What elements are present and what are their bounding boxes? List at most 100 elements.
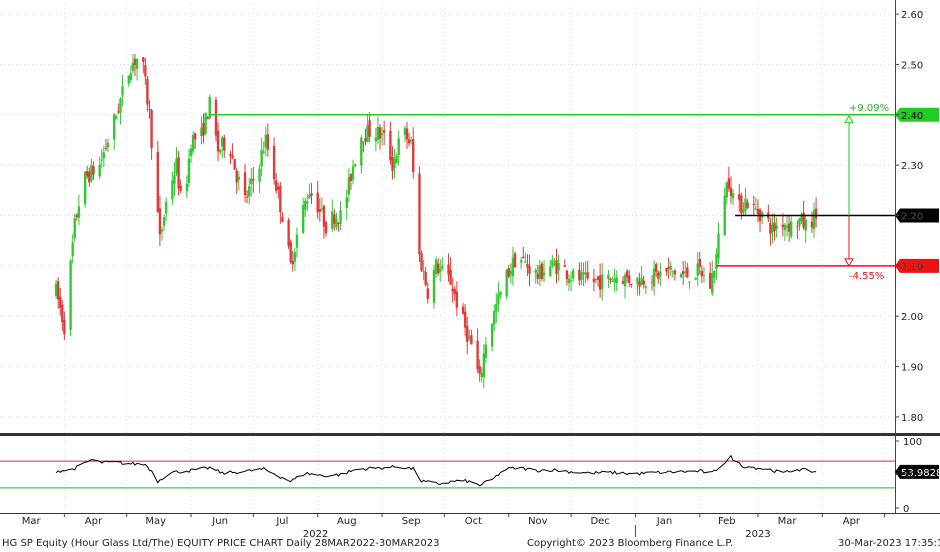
candle: [337, 223, 340, 225]
candle: [366, 125, 369, 143]
candle: [364, 138, 367, 142]
candle: [189, 148, 193, 157]
candle: [436, 263, 440, 274]
candle: [611, 281, 614, 283]
y-tick-label: 2.40: [901, 111, 923, 122]
candle: [812, 210, 816, 229]
candle: [468, 336, 471, 339]
candle: [322, 206, 326, 227]
candle: [644, 286, 648, 288]
candle: [347, 177, 351, 195]
candle: [684, 271, 687, 273]
candle: [395, 155, 398, 164]
candle: [796, 226, 799, 228]
candle: [200, 127, 203, 136]
candle: [310, 192, 313, 196]
candle: [362, 141, 365, 143]
candle: [470, 335, 473, 345]
candle: [727, 178, 731, 189]
candle: [524, 261, 527, 263]
candle: [193, 133, 197, 140]
candle: [374, 137, 378, 142]
candle: [63, 319, 66, 335]
candle: [505, 269, 508, 297]
candle: [453, 289, 456, 295]
candle: [804, 219, 807, 231]
candle: [723, 195, 726, 236]
candle: [536, 273, 540, 279]
x-tick-label: Jun: [211, 516, 228, 527]
candle: [119, 98, 122, 113]
candle: [742, 209, 745, 213]
candle: [304, 200, 307, 210]
candle: [636, 277, 639, 284]
candle: [601, 274, 604, 290]
candle: [177, 157, 180, 189]
x-tick-label: May: [145, 516, 166, 527]
candle: [412, 139, 415, 172]
candle: [557, 262, 560, 271]
candle: [92, 166, 95, 175]
x-tick-label: Apr: [85, 516, 103, 527]
candle: [650, 281, 654, 283]
candle: [771, 224, 774, 233]
candle: [335, 218, 338, 228]
candle: [295, 234, 299, 248]
candle: [495, 303, 498, 312]
candle: [657, 272, 660, 279]
candle: [630, 283, 633, 286]
candle: [133, 58, 137, 66]
candle: [596, 276, 600, 280]
background: [0, 0, 940, 552]
candle: [640, 277, 643, 285]
candle: [218, 149, 222, 153]
candle: [665, 267, 668, 272]
candle: [740, 195, 743, 214]
candle: [258, 168, 261, 182]
candle: [613, 278, 616, 283]
candle: [88, 172, 91, 183]
y-tick-label: 1.90: [901, 363, 923, 374]
candle: [669, 266, 672, 270]
candle: [654, 264, 658, 272]
candle: [499, 291, 502, 296]
x-tick-label: Jul: [275, 516, 288, 527]
candle: [580, 272, 583, 280]
candle: [426, 288, 429, 299]
candle: [333, 214, 336, 224]
candle: [725, 182, 728, 198]
price-chart: +9.09%-4.55%2.402.202.10 53.9828 2.602.5…: [0, 0, 940, 552]
candle: [787, 223, 791, 232]
candle: [100, 159, 103, 161]
candle: [627, 275, 631, 283]
candle: [135, 58, 139, 69]
candle: [810, 221, 814, 228]
candle: [104, 147, 108, 149]
candle: [324, 222, 328, 234]
candle: [715, 253, 718, 270]
y-tick-label: 2.30: [901, 161, 923, 172]
candle: [621, 281, 625, 284]
y-tick-label: 2.50: [901, 60, 923, 71]
candle: [607, 274, 610, 280]
candle: [293, 252, 297, 262]
candle: [490, 323, 494, 347]
candle: [250, 178, 253, 185]
candle: [549, 266, 552, 277]
candle: [798, 218, 801, 226]
candle: [480, 372, 483, 377]
candle: [432, 269, 436, 304]
footer-copyright: Copyright© 2023 Bloomberg Finance L.P.: [527, 538, 734, 549]
candle: [171, 180, 174, 200]
resistance-change-label: +9.09%: [849, 103, 889, 114]
candle: [509, 271, 513, 275]
candle: [231, 155, 234, 158]
candle: [106, 142, 110, 148]
candle: [609, 278, 612, 280]
candle: [493, 310, 496, 325]
candle: [173, 174, 176, 184]
candle: [698, 258, 702, 267]
candle: [594, 278, 598, 281]
candle: [331, 211, 334, 229]
candle: [555, 260, 558, 275]
